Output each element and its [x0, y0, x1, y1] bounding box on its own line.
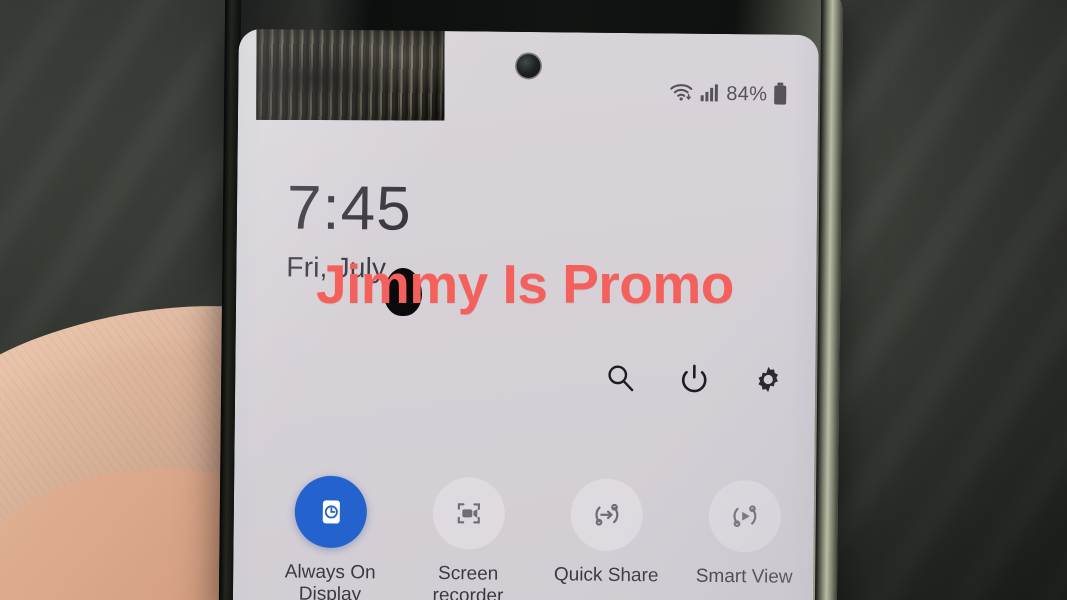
- gear-icon[interactable]: [751, 362, 785, 396]
- search-icon[interactable]: [603, 361, 637, 395]
- screenshot-stage: 84% 7:45 Fri, July Always On Display Scr…: [0, 0, 1067, 600]
- lockscreen-action-row: N: [603, 361, 819, 397]
- toggle-always-on-display[interactable]: Always On Display: [261, 475, 400, 600]
- always-on-display-icon: [322, 500, 340, 524]
- toggle-quick-share[interactable]: Quick Share: [537, 478, 676, 600]
- toggle-label: Screen recorder: [432, 563, 504, 600]
- toggle-label: Quick Share: [553, 564, 659, 587]
- toggle-smart-view[interactable]: Smart View: [675, 479, 814, 600]
- toggle-circle: [432, 476, 506, 550]
- toggle-screen-recorder[interactable]: Screen recorder: [399, 476, 538, 600]
- toggle-circle: [570, 478, 644, 552]
- wifi-download-icon: [669, 81, 693, 106]
- smart-view-icon: [733, 505, 757, 528]
- status-bar: 84%: [669, 81, 787, 107]
- battery-percent-label: 84%: [726, 83, 768, 106]
- power-icon[interactable]: [677, 362, 711, 396]
- screen-recorder-icon: [457, 503, 480, 524]
- toggle-circle: [708, 479, 782, 553]
- quick-share-icon: [595, 503, 619, 526]
- toggle-label: Always On Display: [284, 561, 376, 600]
- lockscreen-time: 7:45: [286, 173, 413, 244]
- toggle-circle: [294, 475, 368, 549]
- punch-hole-camera: [516, 53, 541, 79]
- quick-toggle-row: Always On Display Screen recorder Quick …: [261, 475, 814, 600]
- battery-icon: [774, 85, 787, 105]
- cellular-signal-icon: [700, 82, 719, 106]
- toggle-label: Smart View: [695, 565, 793, 588]
- watermark-text: Jimmy Is Promo: [316, 253, 734, 315]
- black-tape-patch: [256, 28, 445, 121]
